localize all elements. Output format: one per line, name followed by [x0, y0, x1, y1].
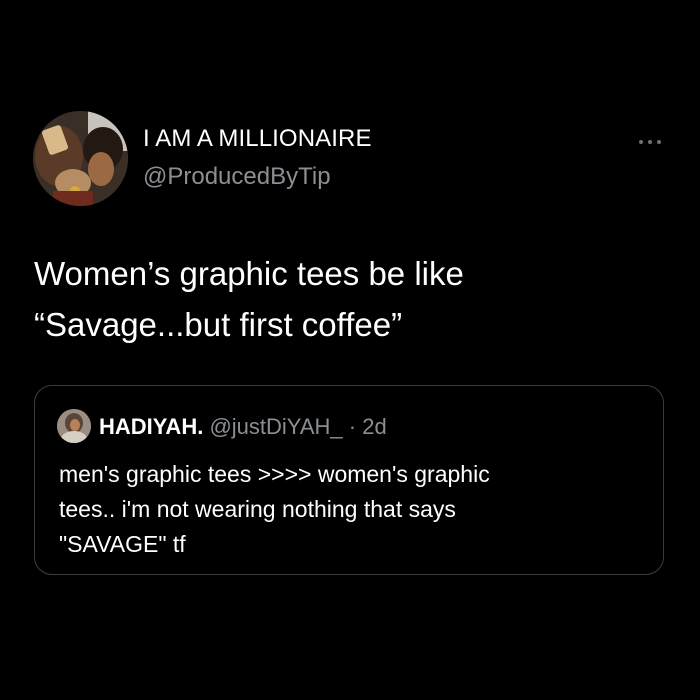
tweet-text: Women’s graphic tees be like “Savage...b… — [34, 248, 674, 350]
quoted-tweet-header: HADIYAH. @justDiYAH_ · 2d — [99, 414, 387, 440]
quoted-tweet-card[interactable]: HADIYAH. @justDiYAH_ · 2d men's graphic … — [34, 385, 664, 575]
author-handle[interactable]: @ProducedByTip — [143, 163, 331, 191]
quoted-author-handle[interactable]: @justDiYAH_ — [209, 414, 342, 439]
author-avatar[interactable] — [33, 111, 128, 206]
quoted-tweet-text-line: "SAVAGE" tf — [59, 531, 186, 557]
quoted-author-avatar[interactable] — [57, 409, 91, 443]
profile-photo-icon — [33, 111, 128, 206]
quoted-tweet-text-line: men's graphic tees >>>> women's graphic — [59, 461, 490, 487]
separator-dot: · — [348, 414, 357, 439]
quoted-tweet-text-line: tees.. i'm not wearing nothing that says — [59, 496, 456, 522]
tweet-text-line: “Savage...but first coffee” — [34, 306, 403, 343]
ellipsis-icon[interactable] — [637, 135, 663, 147]
quoted-tweet-text: men's graphic tees >>>> women's graphic … — [59, 457, 649, 562]
author-display-name[interactable]: I AM A MILLIONAIRE — [143, 125, 372, 153]
tweet[interactable]: I AM A MILLIONAIRE @ProducedByTip Women’… — [0, 0, 700, 700]
tweet-text-line: Women’s graphic tees be like — [34, 255, 464, 292]
quoted-tweet-timestamp[interactable]: 2d — [362, 414, 386, 439]
quoted-author-display-name[interactable]: HADIYAH. — [99, 414, 203, 439]
profile-photo-icon — [57, 409, 91, 443]
